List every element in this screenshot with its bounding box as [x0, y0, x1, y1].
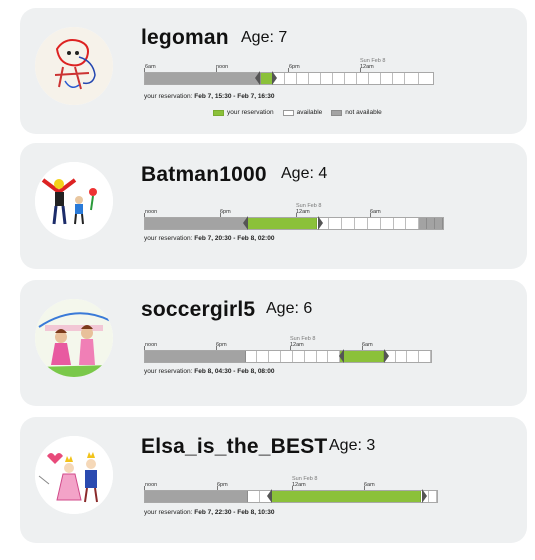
- child-drawing-princesses-icon: [35, 436, 113, 514]
- username: Batman1000: [141, 163, 267, 186]
- child-drawing-two-girls-icon: [35, 299, 113, 377]
- availability-timeline[interactable]: Sun Feb 8 noon 6pm 12am 6am: [144, 203, 444, 231]
- tick-label: 6pm: [220, 209, 231, 215]
- availability-timeline[interactable]: Sun Feb 8 noon 6pm 12am 6am: [144, 476, 438, 504]
- reservation-start-handle[interactable]: [243, 216, 248, 230]
- tick-label: 12am: [360, 64, 374, 70]
- avatar[interactable]: [35, 299, 113, 377]
- user-card: soccergirl5 Age: 6 Sun Feb 8 noon 6pm 12…: [20, 280, 527, 406]
- tick-label: 6pm: [217, 482, 228, 488]
- child-drawing-batman-icon: [35, 162, 113, 240]
- reservation-end-handle[interactable]: [422, 489, 427, 503]
- age-label: Age: 3: [329, 437, 376, 454]
- legend: your reservation available not available: [213, 109, 391, 116]
- age-label: Age: 4: [281, 165, 328, 182]
- user-card: Elsa_is_the_BEST Age: 3 Sun Feb 8 noon 6…: [20, 417, 527, 543]
- username: Elsa_is_the_BEST: [141, 435, 328, 458]
- timeline-bar[interactable]: [144, 217, 444, 230]
- reservation-end-handle[interactable]: [318, 216, 323, 230]
- reservation-end-handle[interactable]: [384, 349, 389, 363]
- tick-label: 6pm: [289, 64, 300, 70]
- availability-timeline[interactable]: Sun Feb 8 noon 6pm 12am 6am: [144, 336, 432, 364]
- reservation-text: your reservation: Feb 7, 20:30 - Feb 8, …: [144, 235, 275, 242]
- legend-not-available: not available: [345, 109, 382, 116]
- username: legoman: [141, 26, 229, 49]
- avatar[interactable]: [35, 436, 113, 514]
- tick-label: noon: [145, 342, 158, 348]
- reservation-end-handle[interactable]: [272, 71, 277, 85]
- tick-label: 6pm: [216, 342, 227, 348]
- tick-label: 6am: [370, 209, 381, 215]
- reservation-start-handle[interactable]: [255, 71, 260, 85]
- avatar[interactable]: [35, 27, 113, 105]
- age-label: Age: 6: [266, 300, 313, 317]
- legend-available: available: [296, 109, 323, 116]
- username: soccergirl5: [141, 298, 256, 321]
- tick-label: 6am: [145, 64, 156, 70]
- reservation-start-handle[interactable]: [267, 489, 272, 503]
- availability-timeline[interactable]: Sun Feb 8 6am noon 6pm 12am: [144, 58, 434, 86]
- reservation-text: your reservation: Feb 8, 04:30 - Feb 8, …: [144, 368, 275, 375]
- reservation-text: your reservation: Feb 7, 15:30 - Feb 7, …: [144, 93, 275, 100]
- user-card: Batman1000 Age: 4 Sun Feb 8 noon 6pm 12a…: [20, 143, 527, 269]
- reservation-text: your reservation: Feb 7, 22:30 - Feb 8, …: [144, 509, 275, 516]
- timeline-bar[interactable]: [144, 490, 438, 503]
- tick-label: noon: [216, 64, 229, 70]
- tick-label: 6am: [362, 342, 373, 348]
- tick-label: 12am: [290, 342, 304, 348]
- timeline-bar[interactable]: [144, 72, 434, 85]
- tick-label: 12am: [292, 482, 306, 488]
- avatar[interactable]: [35, 162, 113, 240]
- tick-label: 6am: [364, 482, 375, 488]
- tick-label: noon: [145, 482, 158, 488]
- child-drawing-red-figure-icon: [35, 27, 113, 105]
- reservation-start-handle[interactable]: [339, 349, 344, 363]
- age-label: Age: 7: [241, 29, 288, 46]
- tick-label: 12am: [296, 209, 310, 215]
- user-card: legoman Age: 7 Sun Feb 8 6am noon 6pm 12…: [20, 8, 527, 134]
- tick-label: noon: [145, 209, 158, 215]
- legend-reservation: your reservation: [227, 109, 274, 116]
